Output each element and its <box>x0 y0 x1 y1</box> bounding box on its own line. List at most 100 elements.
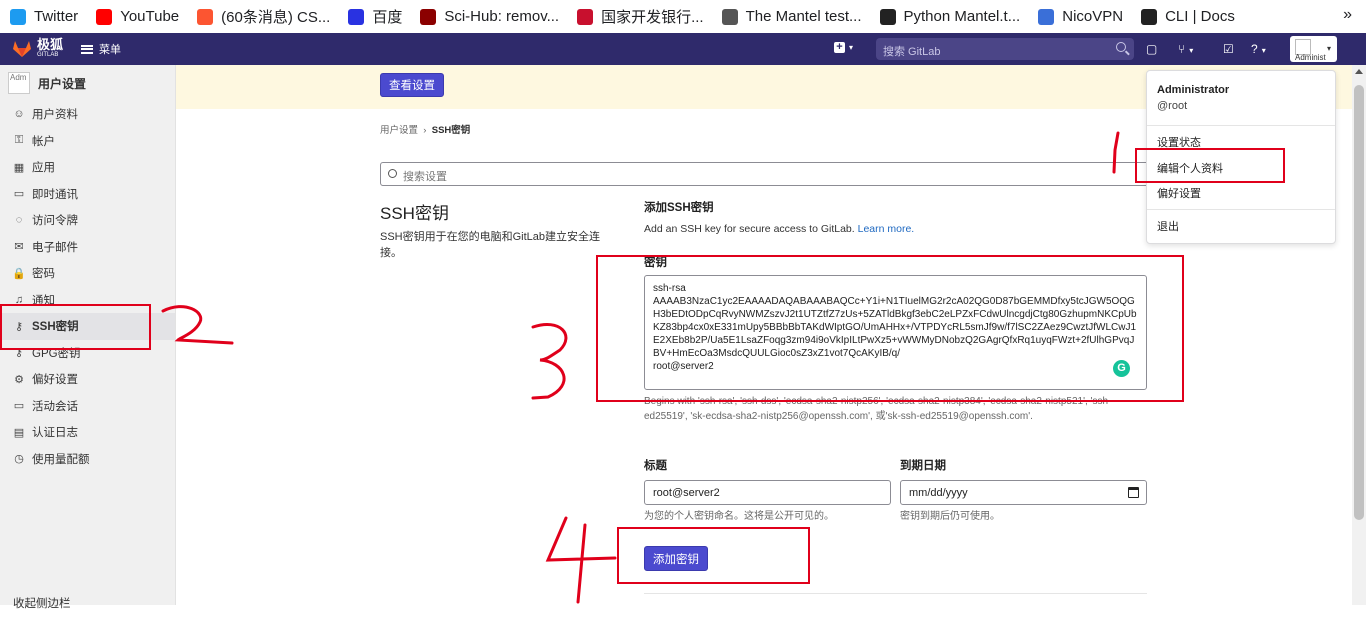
docs-icon <box>1141 8 1158 25</box>
scihub-icon <box>420 8 437 25</box>
sidebar-item[interactable]: ✉ 电子邮件 <box>0 234 175 261</box>
new-item-dropdown[interactable]: + ▾ <box>834 42 853 53</box>
bookmark-item[interactable]: The Mantel test... <box>721 8 862 25</box>
collapse-sidebar-button[interactable]: 收起侧边栏 <box>0 590 175 617</box>
bookmark-label: CLI | Docs <box>1165 8 1235 25</box>
dropdown-username: @root <box>1157 100 1188 112</box>
bookmark-label: YouTube <box>120 8 180 25</box>
sidebar-item[interactable]: ▭ 活动会话 <box>0 393 175 420</box>
breadcrumb-separator: › <box>420 125 430 136</box>
title-label: 标题 <box>644 460 667 472</box>
bookmark-item[interactable]: Twitter <box>10 8 78 25</box>
pypi-icon <box>879 8 896 25</box>
bookmark-item[interactable]: CLI | Docs <box>1141 8 1235 25</box>
quota-icon: ◷ <box>14 453 24 466</box>
profile-icon: ☺ <box>13 108 25 121</box>
bookmark-item[interactable]: YouTube <box>96 8 179 25</box>
bookmark-label: Python Mantel.t... <box>903 8 1021 25</box>
annotation-box-key-field <box>596 255 1184 402</box>
chevron-down-icon: ▾ <box>1326 44 1331 53</box>
csdn-icon <box>197 8 214 25</box>
sidebar-item[interactable]: ☺ 用户资料 <box>0 101 175 128</box>
sidebar-item[interactable]: ◌ 访问令牌 <box>0 207 175 234</box>
todo-icon[interactable]: ☑ <box>1223 42 1234 56</box>
page-scrollbar[interactable] <box>1352 65 1366 605</box>
globe-icon <box>721 8 738 25</box>
bookmark-item[interactable]: Python Mantel.t... <box>879 8 1021 25</box>
nicovpn-icon <box>1038 8 1055 25</box>
chat-icon: ▭ <box>13 188 25 201</box>
sidebar-item[interactable]: 🔒 密码 <box>0 260 175 287</box>
bookmark-label: The Mantel test... <box>745 8 862 25</box>
applications-icon: ▦ <box>13 161 25 174</box>
search-icon <box>1116 42 1126 52</box>
sessions-icon: ▭ <box>13 400 25 413</box>
search-icon <box>388 169 397 178</box>
youtube-icon <box>96 8 113 25</box>
twitter-icon <box>10 8 26 25</box>
scroll-thumb[interactable] <box>1354 85 1364 520</box>
issues-icon[interactable]: ▢ <box>1146 42 1157 56</box>
bookmarks-overflow-icon[interactable]: » <box>1343 6 1352 24</box>
sidebar-item[interactable]: ▦ 应用 <box>0 154 175 181</box>
search-placeholder: 搜索 GitLab <box>883 46 941 58</box>
lock-icon: 🔒 <box>12 267 26 280</box>
sidebar-item-label: 应用 <box>32 162 55 175</box>
preferences-item[interactable]: 偏好设置 <box>1157 185 1201 201</box>
sidebar-item-label: 使用量配额 <box>32 453 90 466</box>
expiry-label: 到期日期 <box>900 460 946 472</box>
add-desc-text: Add an SSH key for secure access to GitL… <box>644 223 855 235</box>
gitlab-logo[interactable]: 极狐 GITLAB <box>12 38 63 59</box>
annotation-box-add-button <box>617 527 810 584</box>
plus-icon: + <box>834 42 845 53</box>
chevron-down-icon: ▾ <box>849 43 854 52</box>
sidebar-item[interactable]: ⚙ 偏好设置 <box>0 366 175 393</box>
avatar: Adm <box>8 72 30 94</box>
expiry-placeholder: mm/dd/yyyy <box>909 487 968 499</box>
avatar-alt-text: Administ <box>1295 53 1326 62</box>
breadcrumb-parent[interactable]: 用户设置 <box>380 125 418 136</box>
baidu-icon <box>348 8 365 25</box>
sidebar-item[interactable]: ▤ 认证日志 <box>0 419 175 446</box>
expiry-help-text: 密钥到期后仍可使用。 <box>900 511 1000 522</box>
sidebar-title: 用户设置 <box>38 76 87 91</box>
bookmark-item[interactable]: NicoVPN <box>1038 8 1123 25</box>
sidebar-item[interactable]: ◷ 使用量配额 <box>0 446 175 473</box>
user-avatar-button[interactable]: Administ ▾ <box>1290 36 1337 62</box>
title-input[interactable]: root@server2 <box>644 480 891 505</box>
expiry-date-input[interactable]: mm/dd/yyyy <box>900 480 1147 505</box>
sidebar-items: ☺ 用户资料 ⚿ 帐户 ▦ 应用 ▭ 即时通讯 ◌ 访问令牌 ✉ 电子邮件 🔒 密码 ♫ 通知 ⚷ SSH密钥 ⚷ G… <box>0 101 175 617</box>
brand-sub: GITLAB <box>37 52 59 58</box>
menu-button[interactable]: 菜单 <box>81 41 121 57</box>
view-settings-button[interactable]: 查看设置 <box>380 73 444 97</box>
bookmark-item[interactable]: 百度 <box>348 6 402 27</box>
sidebar-header[interactable]: Adm 用户设置 <box>0 65 175 101</box>
jihu-fox-logo-icon <box>13 41 31 57</box>
gitlab-search-input[interactable]: 搜索 GitLab <box>876 38 1134 60</box>
annotation-box-edit-profile <box>1135 148 1285 183</box>
merge-requests-icon[interactable]: ⑂ ▾ <box>1178 42 1193 56</box>
bookmark-label: 国家开发银行... <box>601 9 704 26</box>
breadcrumb-current: SSH密钥 <box>431 125 471 136</box>
sidebar-item-label: 认证日志 <box>32 427 78 440</box>
calendar-icon[interactable] <box>1128 487 1139 498</box>
scroll-up-arrow-icon[interactable] <box>1355 69 1363 74</box>
sidebar-item[interactable]: ⚿ 帐户 <box>0 128 175 155</box>
search-settings-input[interactable]: 搜索设置 <box>380 162 1160 186</box>
bookmark-item[interactable]: (60条消息) CS... <box>197 6 330 27</box>
help-icon[interactable]: ? ▾ <box>1251 42 1266 56</box>
bookmark-item[interactable]: 国家开发银行... <box>577 6 704 27</box>
ssh-description: SSH密钥用于在您的电脑和GitLab建立安全连接。 <box>380 231 601 259</box>
annotation-box-ssh-keys <box>0 304 151 350</box>
sidebar-item[interactable]: ▭ 即时通讯 <box>0 181 175 208</box>
log-icon: ▤ <box>13 426 25 439</box>
sign-out-item[interactable]: 退出 <box>1157 218 1179 234</box>
bookmark-label: Sci-Hub: remov... <box>444 8 560 25</box>
bookmark-item[interactable]: Sci-Hub: remov... <box>420 8 559 25</box>
learn-more-link[interactable]: Learn more. <box>858 223 915 235</box>
add-ssh-key-title: 添加SSH密钥 <box>644 202 714 214</box>
account-icon: ⚿ <box>14 134 24 147</box>
dropdown-divider <box>1147 209 1335 210</box>
sidebar-item-label: 偏好设置 <box>32 374 78 387</box>
bookmark-label: 百度 <box>372 9 403 26</box>
